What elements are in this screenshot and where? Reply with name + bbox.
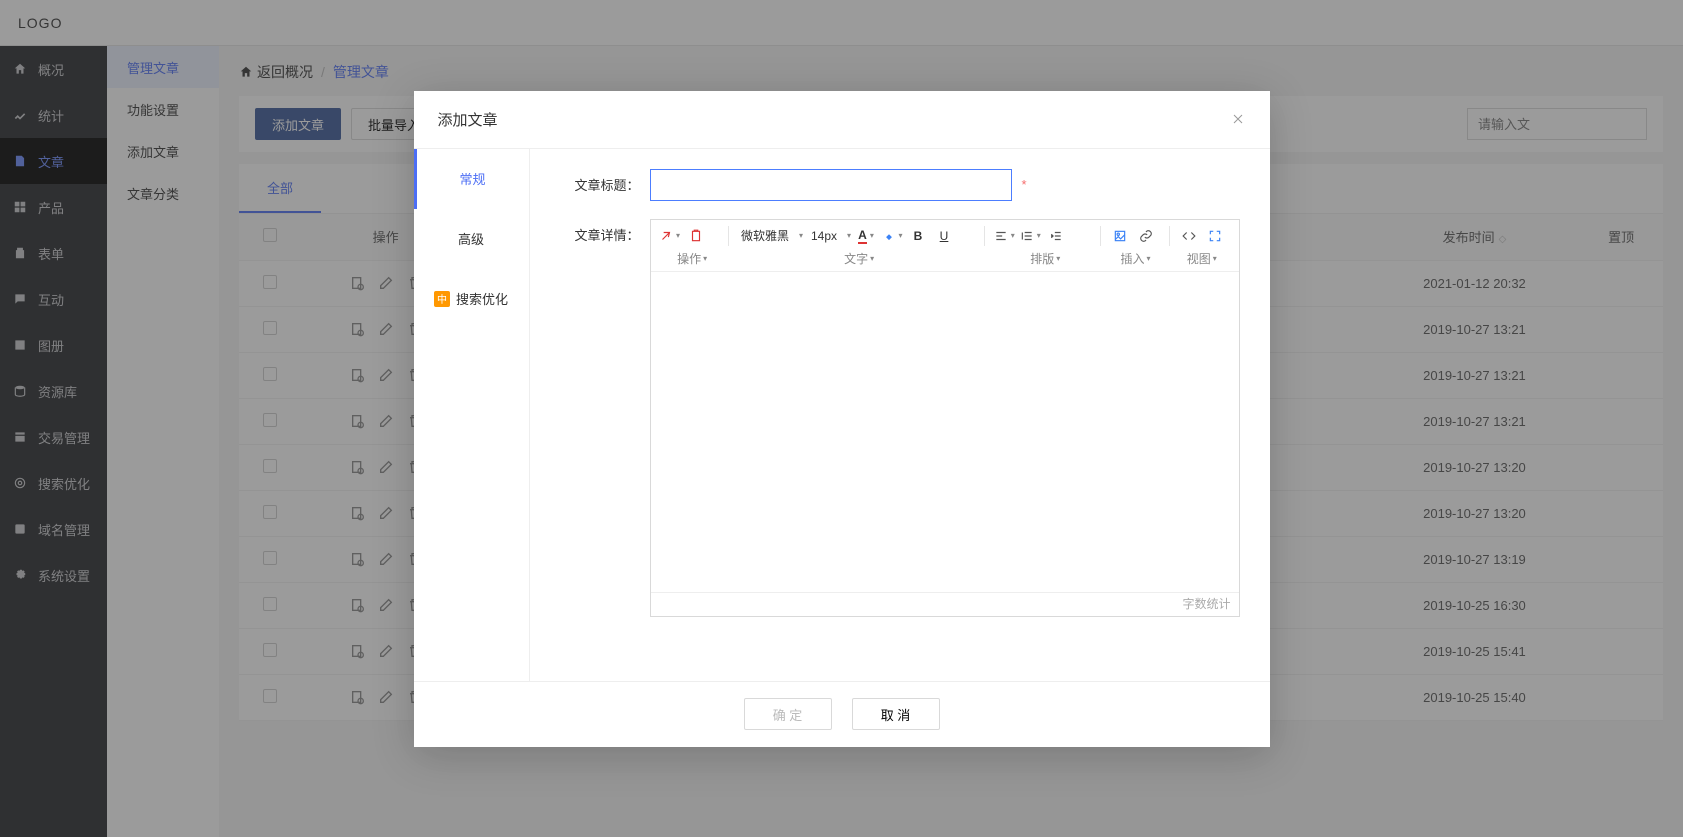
- editor-group-view[interactable]: 视图: [1173, 250, 1231, 267]
- editor-line-height-button[interactable]: [1017, 224, 1043, 248]
- modal-cancel-button[interactable]: 取 消: [852, 698, 940, 730]
- editor-bg-color-button[interactable]: [879, 224, 905, 248]
- modal-header: 添加文章: [414, 91, 1270, 149]
- modal-tabs: 常规 高级 中 搜索优化: [414, 149, 530, 681]
- editor-font-size-select[interactable]: 14px: [805, 224, 853, 248]
- editor-content-area[interactable]: [651, 272, 1239, 592]
- editor-underline-button[interactable]: U: [931, 224, 957, 248]
- editor-paste-button[interactable]: [683, 224, 709, 248]
- close-icon: [1230, 111, 1246, 127]
- add-article-modal: 添加文章 常规 高级 中 搜索优化 文章标题： * 文章详情：: [414, 91, 1270, 747]
- cn-badge: 中: [434, 291, 450, 307]
- editor-group-op[interactable]: 操作: [659, 250, 726, 267]
- editor-link-button[interactable]: [1133, 224, 1159, 248]
- editor-clear-format-button[interactable]: [657, 224, 683, 248]
- editor-fullscreen-button[interactable]: [1202, 224, 1228, 248]
- title-label: 文章标题：: [560, 169, 640, 194]
- article-title-input[interactable]: [650, 169, 1012, 201]
- editor-toolbar: 微软雅黑 14px A B U: [651, 220, 1239, 272]
- modal-tab-label: 高级: [458, 229, 484, 248]
- editor-group-layout[interactable]: 排版: [993, 250, 1099, 267]
- editor-code-button[interactable]: [1176, 224, 1202, 248]
- modal-ok-button[interactable]: 确 定: [744, 698, 832, 730]
- editor-align-button[interactable]: [991, 224, 1017, 248]
- modal-close-button[interactable]: [1230, 111, 1246, 127]
- modal-form: 文章标题： * 文章详情：: [530, 149, 1270, 681]
- editor-footer: 字数统计: [651, 592, 1239, 616]
- detail-label: 文章详情：: [560, 219, 640, 244]
- editor-indent-button[interactable]: [1043, 224, 1069, 248]
- modal-tab-general[interactable]: 常规: [414, 149, 529, 209]
- editor-group-font[interactable]: 文字: [734, 250, 984, 267]
- editor-image-button[interactable]: [1107, 224, 1133, 248]
- modal-footer: 确 定 取 消: [414, 681, 1270, 747]
- required-mark: *: [1022, 177, 1027, 192]
- modal-tab-seo[interactable]: 中 搜索优化: [414, 269, 529, 329]
- editor-group-insert[interactable]: 插入: [1107, 250, 1165, 267]
- editor-font-color-button[interactable]: A: [853, 224, 879, 248]
- rich-text-editor: 微软雅黑 14px A B U: [650, 219, 1240, 617]
- editor-font-family-select[interactable]: 微软雅黑: [735, 224, 805, 248]
- modal-tab-label: 搜索优化: [456, 289, 508, 308]
- modal-tab-advanced[interactable]: 高级: [414, 209, 529, 269]
- word-count-label[interactable]: 字数统计: [1182, 597, 1230, 611]
- modal-tab-label: 常规: [459, 169, 485, 188]
- editor-bold-button[interactable]: B: [905, 224, 931, 248]
- modal-title: 添加文章: [438, 109, 498, 130]
